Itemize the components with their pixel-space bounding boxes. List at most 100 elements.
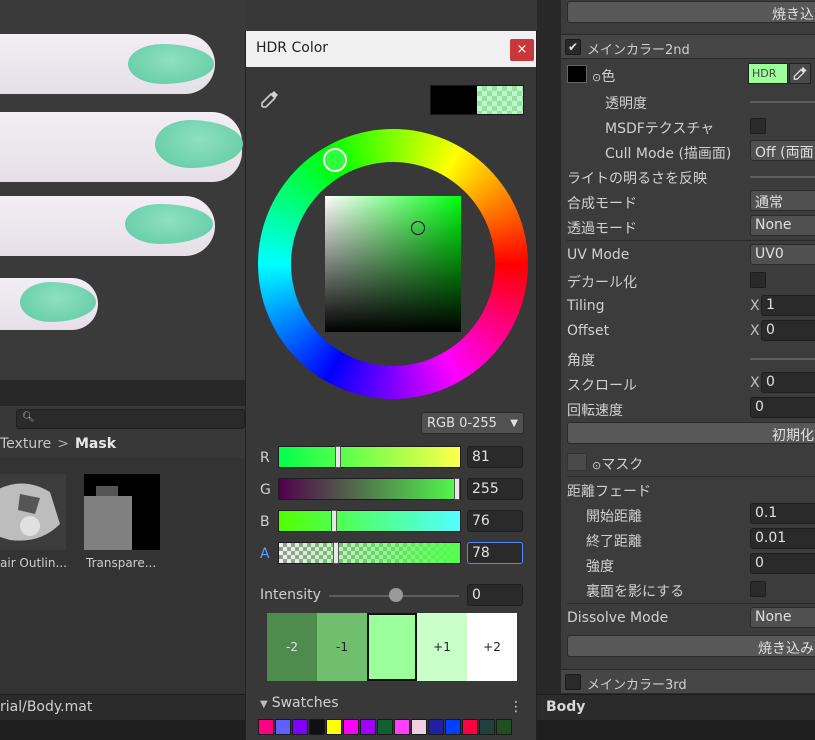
- channel-r-handle[interactable]: [335, 446, 341, 468]
- intensity-field[interactable]: 0: [467, 584, 523, 606]
- stop-minus-1[interactable]: -1: [317, 613, 367, 681]
- color-swatch[interactable]: [377, 719, 393, 735]
- channel-r-field[interactable]: 81: [467, 446, 523, 468]
- saturation-value-handle[interactable]: [411, 221, 425, 235]
- color-swatch[interactable]: [394, 719, 410, 735]
- transparency-label: 透明度: [605, 96, 647, 112]
- channel-b-label: B: [260, 514, 270, 530]
- color-swatch[interactable]: [479, 719, 495, 735]
- channel-a-slider[interactable]: [278, 542, 461, 564]
- scene-viewport[interactable]: [0, 0, 245, 380]
- rotation-field[interactable]: 0: [750, 397, 815, 418]
- uv-mode-label: UV Mode: [567, 247, 630, 263]
- section-main-color-2nd[interactable]: ✔ メインカラー2nd: [561, 34, 815, 59]
- decal-checkbox[interactable]: [750, 272, 766, 288]
- stop-minus-2[interactable]: -2: [267, 613, 317, 681]
- channel-b-field[interactable]: 76: [467, 510, 523, 532]
- uv-mode-row: UV Mode UV0: [561, 243, 815, 268]
- scroll-x-field[interactable]: 0: [761, 372, 815, 393]
- channel-a-handle[interactable]: [333, 542, 339, 564]
- dissolve-dropdown[interactable]: None: [750, 607, 815, 628]
- material-inspector: 焼き込 ✔ メインカラー2nd ⊙色 HDR 透明度 MSDFテクスチャ Cul…: [561, 0, 815, 720]
- end-distance-label: 終了距離: [586, 534, 642, 550]
- color-mode-dropdown[interactable]: RGB 0-255 ▼: [421, 412, 524, 434]
- eyedropper-icon[interactable]: [789, 63, 811, 84]
- main-color-3rd-toggle[interactable]: [565, 674, 581, 690]
- link-icon: ⊙: [592, 71, 602, 84]
- stop-plus-2[interactable]: +2: [467, 613, 517, 681]
- uv-mode-dropdown[interactable]: UV0: [750, 244, 815, 265]
- bake-button-label: 焼き込: [772, 7, 814, 23]
- color-swatch[interactable]: [496, 719, 512, 735]
- strength-field[interactable]: 0: [750, 553, 815, 574]
- bake-button[interactable]: 焼き込み: [567, 635, 815, 657]
- breadcrumb-mask[interactable]: Mask: [75, 436, 116, 452]
- channel-g-handle[interactable]: [454, 478, 460, 500]
- light-label: ライトの明るさを反映: [567, 171, 707, 187]
- color-swatch[interactable]: [411, 719, 427, 735]
- channel-a-field[interactable]: 78: [467, 542, 523, 564]
- color-swatch[interactable]: [326, 719, 342, 735]
- angle-slider[interactable]: [750, 358, 815, 360]
- alpha-dropdown[interactable]: None: [750, 215, 815, 236]
- rotation-row: 回転速度 0: [561, 396, 815, 421]
- blend-dropdown[interactable]: 通常: [750, 190, 815, 211]
- color-swatch[interactable]: [275, 719, 291, 735]
- color-swatch[interactable]: [360, 719, 376, 735]
- channel-g-field[interactable]: 255: [467, 478, 523, 500]
- breadcrumb-texture[interactable]: Texture: [0, 436, 51, 452]
- saturation-value-square[interactable]: [325, 196, 461, 332]
- project-toolbar: [0, 380, 245, 406]
- channel-a-label: A: [260, 546, 270, 562]
- swatches-menu-icon[interactable]: ⋮: [509, 699, 523, 715]
- color-swatch[interactable]: [258, 719, 274, 735]
- offset-x-field[interactable]: 0: [761, 320, 815, 341]
- bake-button-top[interactable]: 焼き込: [567, 1, 815, 23]
- start-distance-field[interactable]: 0.1: [750, 503, 815, 524]
- intensity-handle[interactable]: [389, 588, 403, 602]
- main-color-2nd-toggle[interactable]: ✔: [565, 39, 581, 55]
- color-swatch[interactable]: [292, 719, 308, 735]
- mask-label: ⊙マスク: [592, 457, 644, 473]
- color-texture-slot[interactable]: [567, 65, 587, 83]
- mask-texture-slot[interactable]: [567, 453, 587, 471]
- asset-thumbnail-transparent[interactable]: [84, 474, 160, 550]
- channel-b-slider[interactable]: [278, 510, 461, 532]
- color-swatch[interactable]: [428, 719, 444, 735]
- distance-fade-label: 距離フェード: [567, 484, 651, 500]
- dialog-title-bar[interactable]: HDR Color ×: [246, 31, 536, 67]
- swatches-label: Swatches: [271, 695, 339, 711]
- color-swatch[interactable]: [309, 719, 325, 735]
- backface-checkbox[interactable]: [750, 581, 766, 597]
- project-search-input[interactable]: 🔍︎: [16, 409, 245, 429]
- section-title: メインカラー2nd: [587, 43, 690, 58]
- stop-current[interactable]: [367, 613, 417, 681]
- transparency-slider[interactable]: [750, 101, 815, 103]
- channel-b-handle[interactable]: [331, 510, 337, 532]
- end-distance-field[interactable]: 0.01: [750, 528, 815, 549]
- hue-handle[interactable]: [323, 148, 347, 172]
- divider: [567, 603, 815, 604]
- section-title: メインカラー3rd: [587, 678, 687, 693]
- close-button[interactable]: ×: [510, 39, 534, 61]
- hdr-color-field[interactable]: HDR: [748, 63, 788, 84]
- search-icon: 🔍︎: [22, 412, 35, 423]
- swatches-header[interactable]: ▼ Swatches: [260, 695, 339, 711]
- color-swatch[interactable]: [445, 719, 461, 735]
- backface-label: 裏面を影にする: [586, 584, 685, 600]
- channel-g-slider[interactable]: [278, 478, 461, 500]
- eyedropper-icon[interactable]: [260, 89, 280, 109]
- tiling-x-field[interactable]: 1: [761, 295, 815, 316]
- color-swatch[interactable]: [343, 719, 359, 735]
- light-slider[interactable]: [750, 176, 815, 178]
- msdf-checkbox[interactable]: [750, 118, 766, 134]
- reset-button[interactable]: 初期化: [567, 422, 815, 444]
- asset-thumbnail-outline[interactable]: [0, 474, 66, 550]
- offset-label: Offset: [567, 323, 610, 339]
- hue-wheel[interactable]: [258, 129, 528, 399]
- cull-mode-dropdown[interactable]: Off (両面: [750, 140, 815, 161]
- section-main-color-3rd[interactable]: メインカラー3rd: [561, 669, 815, 694]
- stop-plus-1[interactable]: +1: [417, 613, 467, 681]
- color-swatch[interactable]: [462, 719, 478, 735]
- channel-r-slider[interactable]: [278, 446, 461, 468]
